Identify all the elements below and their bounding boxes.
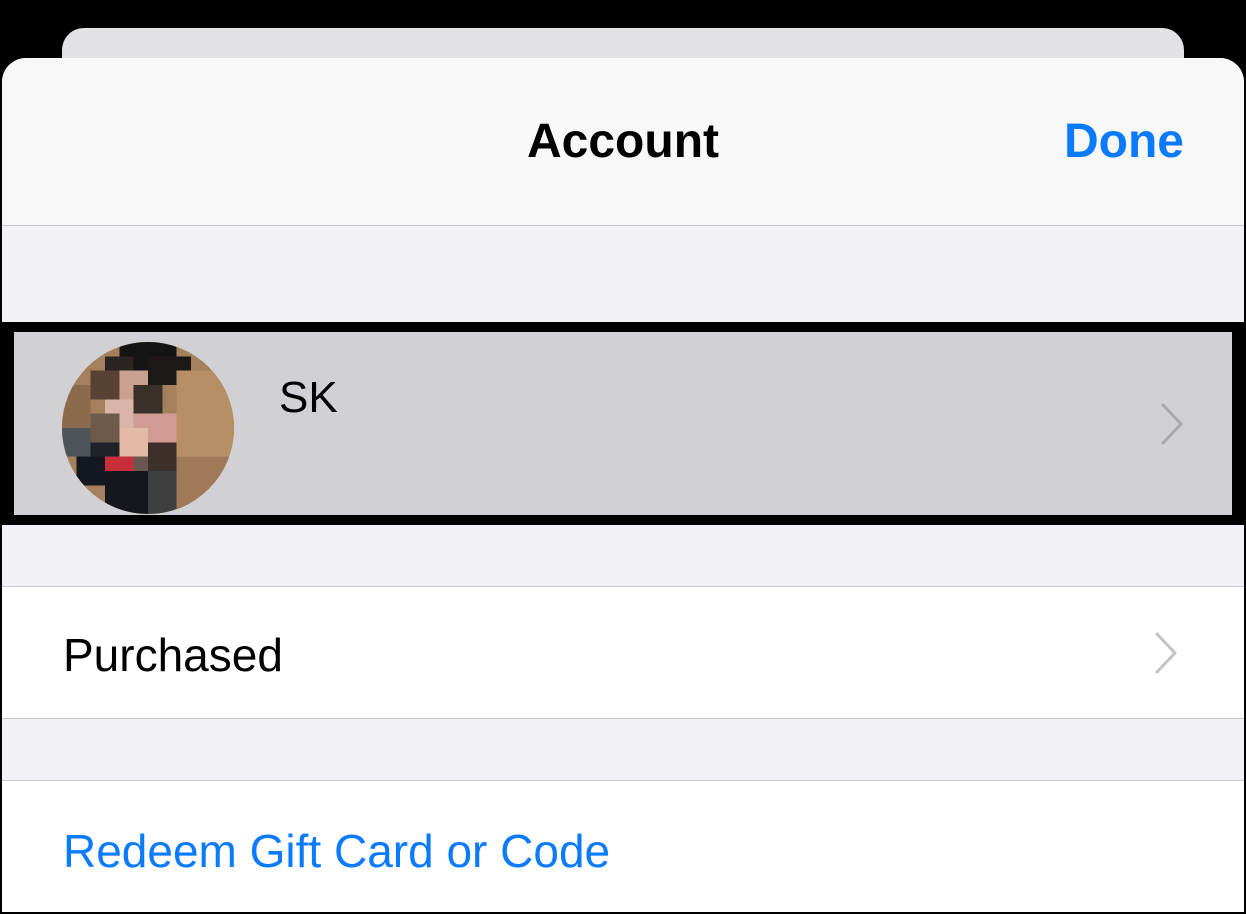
redeem-row[interactable]: Redeem Gift Card or Code	[2, 780, 1244, 912]
chevron-right-icon	[1161, 403, 1183, 445]
redeem-gift-card-link[interactable]: Redeem Gift Card or Code	[63, 825, 610, 877]
purchased-row[interactable]: Purchased	[2, 586, 1244, 719]
account-name: SK	[279, 373, 338, 422]
page-title: Account	[527, 115, 719, 168]
account-sheet: Account Done SK Purchased Redeem Gift Ca…	[2, 58, 1244, 912]
account-row[interactable]: SK	[14, 332, 1232, 515]
navigation-bar: Account Done	[2, 58, 1244, 226]
avatar	[62, 342, 234, 514]
account-row-focus-outline[interactable]: SK	[2, 322, 1244, 525]
purchased-label: Purchased	[63, 629, 283, 681]
chevron-right-icon	[1155, 632, 1177, 674]
screen: Account Done SK Purchased Redeem Gift Ca…	[0, 0, 1246, 914]
done-button[interactable]: Done	[1064, 116, 1184, 168]
